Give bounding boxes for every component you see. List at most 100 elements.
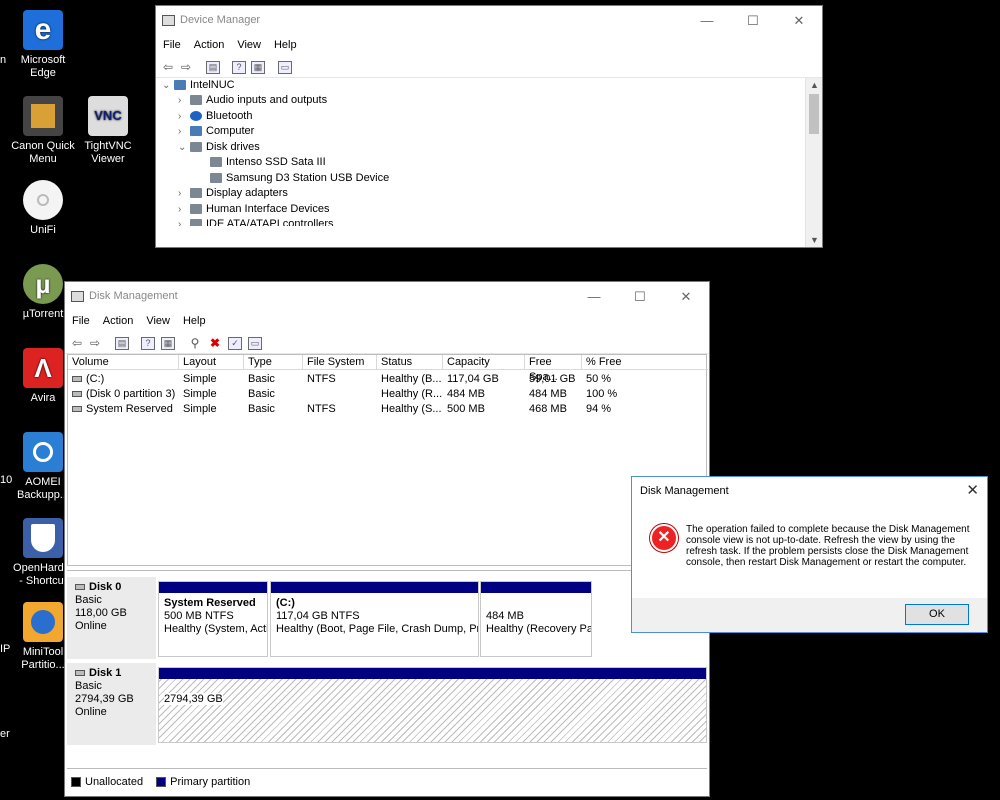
delete-icon[interactable]: ✖: [207, 335, 223, 351]
column-header-status[interactable]: Status: [377, 355, 443, 370]
expander[interactable]: ›: [178, 93, 190, 108]
tree-item-computer[interactable]: › Computer: [178, 124, 254, 139]
disk-name: Disk 0: [89, 581, 122, 593]
expander[interactable]: ›: [178, 217, 190, 226]
tree-item-ide[interactable]: › IDE ATA/ATAPI controllers: [178, 217, 334, 226]
scroll-thumb[interactable]: [809, 94, 819, 134]
expander[interactable]: ›: [178, 202, 190, 217]
desktop-icon-label: Microsoft Edge: [20, 54, 66, 79]
expander[interactable]: ›: [178, 124, 190, 139]
scroll-down-icon[interactable]: ▼: [806, 233, 823, 247]
minimize-button[interactable]: —: [571, 282, 617, 312]
help-icon[interactable]: ?: [141, 337, 155, 350]
properties-icon[interactable]: ▦: [161, 337, 175, 350]
menu-file[interactable]: File: [65, 312, 96, 327]
legend: Unallocated Primary partition: [67, 768, 707, 794]
aomei-icon: [23, 432, 63, 472]
desktop-icon-tightvnc[interactable]: VNC TightVNC Viewer: [76, 96, 140, 166]
menu-action[interactable]: Action: [96, 312, 140, 327]
menu-help[interactable]: Help: [267, 36, 303, 51]
menu-view[interactable]: View: [139, 312, 176, 327]
menu-file[interactable]: File: [156, 36, 187, 51]
desktop-icon-canon[interactable]: Canon Quick Menu: [11, 96, 75, 166]
desktop-icon-unifi[interactable]: UniFi: [11, 180, 75, 237]
expander[interactable]: ›: [178, 186, 190, 201]
tree-item-display-adapters[interactable]: › Display adapters: [178, 186, 288, 201]
show-hide-tree-icon[interactable]: ▤: [115, 337, 129, 350]
ok-button[interactable]: OK: [905, 604, 969, 625]
partition-c-drive[interactable]: (C:) 117,04 GB NTFS Healthy (Boot, Page …: [270, 581, 479, 657]
show-hide-tree-icon[interactable]: ▤: [206, 61, 220, 74]
column-header-volume[interactable]: Volume: [68, 355, 179, 370]
partition-size: 2794,39 GB: [164, 693, 223, 705]
tree-item-disk-drives[interactable]: ⌄ Disk drives: [178, 140, 260, 155]
maximize-button[interactable]: ☐: [617, 282, 663, 312]
menu-action[interactable]: Action: [187, 36, 231, 51]
minimize-button[interactable]: —: [684, 6, 730, 36]
column-header-percent-free[interactable]: % Free: [582, 355, 708, 370]
expander[interactable]: ⌄: [178, 140, 190, 155]
legend-primary-swatch: [156, 777, 167, 788]
monitor-icon[interactable]: ▭: [278, 61, 292, 74]
column-header-free-space[interactable]: Free Spa...: [525, 355, 582, 383]
tree-item-root[interactable]: ⌄ IntelNUC: [162, 78, 235, 93]
edge-icon: e: [23, 10, 63, 50]
tree-label: IntelNUC: [190, 79, 235, 91]
tree-item-intenso-ssd[interactable]: Intenso SSD Sata III: [210, 155, 326, 170]
expander[interactable]: ⌄: [162, 78, 174, 93]
column-header-file-system[interactable]: File System: [303, 355, 377, 370]
window-title: Device Manager: [180, 14, 261, 26]
partition-bar: [271, 582, 478, 593]
partition-disk1[interactable]: 2794,39 GB: [158, 667, 707, 743]
column-header-layout[interactable]: Layout: [179, 355, 244, 370]
disk1-header[interactable]: Disk 1 Basic 2794,39 GB Online: [67, 663, 156, 745]
disk-type: Basic: [75, 680, 102, 692]
cell-volume: (C:): [86, 373, 105, 385]
desktop-edge-text: er: [0, 728, 10, 740]
close-button[interactable]: ✕: [776, 6, 822, 36]
dialog-close-button[interactable]: ✕: [966, 481, 979, 499]
toolbar: ⇦ ⇨ ▤ ? ▦ ▭: [156, 56, 822, 78]
tree-label: Display adapters: [206, 187, 288, 199]
column-header-type[interactable]: Type: [244, 355, 303, 370]
partition-name: [486, 597, 586, 610]
disk0-header[interactable]: Disk 0 Basic 118,00 GB Online: [67, 577, 156, 659]
forward-arrow-icon[interactable]: ⇨: [178, 59, 194, 75]
close-button[interactable]: ✕: [663, 282, 709, 312]
legend-unallocated-label: Unallocated: [85, 776, 144, 788]
menu-help[interactable]: Help: [176, 312, 212, 327]
partition-name: System Reserved: [164, 597, 256, 609]
disk-management-window: Disk Management — ☐ ✕ File Action View Help…: [64, 281, 710, 797]
ide-controller-icon: [190, 219, 202, 226]
menu-view[interactable]: View: [230, 36, 267, 51]
disk-type: Basic: [75, 594, 102, 606]
help-icon[interactable]: ?: [232, 61, 246, 74]
tree-item-hid[interactable]: › Human Interface Devices: [178, 202, 330, 217]
properties-icon[interactable]: ▦: [251, 61, 265, 74]
disk-management-app-icon: [71, 291, 84, 302]
back-arrow-icon[interactable]: ⇦: [69, 335, 85, 351]
cell-free-space: 484 MB: [529, 388, 567, 400]
maximize-button[interactable]: ☐: [730, 6, 776, 36]
tree-item-bluetooth[interactable]: › Bluetooth: [178, 109, 252, 124]
column-header-capacity[interactable]: Capacity: [443, 355, 525, 370]
avira-icon: Λ: [23, 348, 63, 388]
vnc-icon: VNC: [88, 96, 128, 136]
desktop-icon-edge[interactable]: e Microsoft Edge: [11, 10, 75, 80]
utorrent-icon: µ: [23, 264, 63, 304]
forward-arrow-icon[interactable]: ⇨: [87, 335, 103, 351]
tree-item-samsung-d3[interactable]: Samsung D3 Station USB Device: [210, 171, 389, 186]
vertical-scrollbar[interactable]: ▲ ▼: [805, 78, 822, 247]
cell-capacity: 117,04 GB: [447, 373, 499, 385]
check-icon[interactable]: ✓: [228, 337, 242, 350]
disk-drive-icon: [210, 157, 222, 168]
partition-recovery[interactable]: 484 MB Healthy (Recovery Par: [480, 581, 592, 657]
tree-item-audio[interactable]: › Audio inputs and outputs: [178, 93, 327, 108]
expander[interactable]: ›: [178, 109, 190, 124]
connect-icon[interactable]: ⚲: [187, 335, 203, 351]
scroll-up-icon[interactable]: ▲: [806, 78, 823, 92]
console-icon[interactable]: ▭: [248, 337, 262, 350]
partition-system-reserved[interactable]: System Reserved 500 MB NTFS Healthy (Sys…: [158, 581, 268, 657]
cell-type: Basic: [248, 403, 275, 415]
back-arrow-icon[interactable]: ⇦: [160, 59, 176, 75]
